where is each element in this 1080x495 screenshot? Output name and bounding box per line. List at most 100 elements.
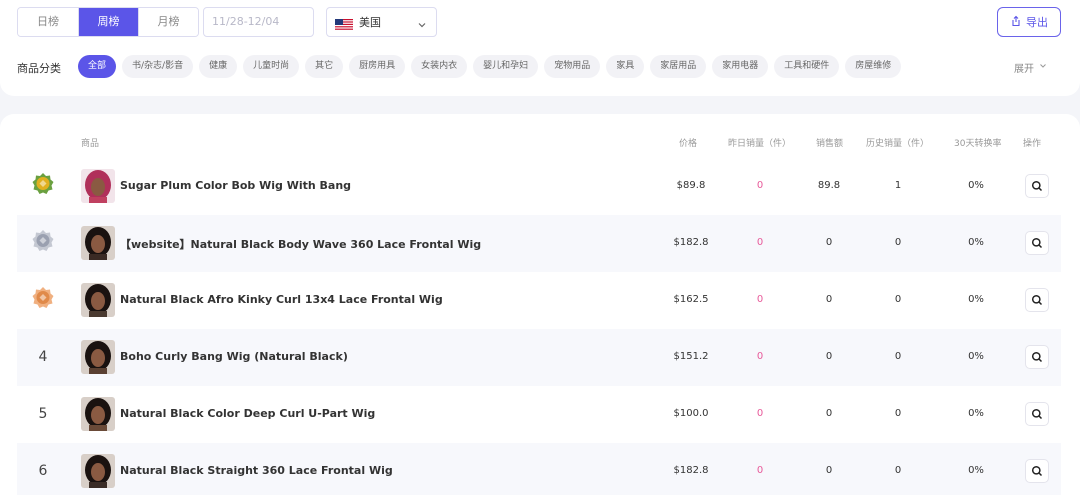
conversion-cell: 0% (968, 408, 984, 419)
col-history-sales: 历史销量（件） (866, 139, 930, 149)
conversion-cell: 0% (968, 351, 984, 362)
filter-panel: 日榜 周榜 月榜 11/28-12/04 美国 导出 商品分类 全部 书/杂志/影… (0, 0, 1080, 96)
category-chip[interactable]: 书/杂志/影音 (122, 55, 194, 78)
search-icon (1031, 462, 1043, 481)
product-thumbnail[interactable] (81, 169, 115, 203)
revenue-cell: 0 (825, 351, 833, 362)
history-sales-cell: 1 (894, 180, 902, 191)
us-flag-icon (335, 16, 353, 31)
search-button[interactable] (1025, 345, 1049, 369)
search-button[interactable] (1025, 459, 1049, 483)
category-chips: 全部 书/杂志/影音 健康 儿童时尚 其它 厨房用具 女装内衣 婴儿和孕妇 宠物用品 家具 家居用品… (78, 55, 902, 78)
expand-button[interactable]: 展开 (1014, 60, 1048, 75)
product-thumbnail[interactable] (81, 397, 115, 431)
category-chip[interactable]: 工具和硬件 (774, 55, 840, 78)
yesterday-sales-cell: 0 (756, 351, 764, 362)
export-icon (1010, 15, 1022, 30)
period-tabs: 日榜 周榜 月榜 (17, 7, 199, 37)
product-title[interactable]: Boho Curly Bang Wig (Natural Black) (120, 350, 348, 363)
rank-number: 5 (38, 406, 48, 422)
table-row[interactable]: 5 Natural Black Color Deep Curl U-Part W… (17, 386, 1061, 443)
expand-label: 展开 (1014, 64, 1034, 75)
search-button[interactable] (1025, 402, 1049, 426)
history-sales-cell: 0 (894, 237, 902, 248)
revenue-cell: 0 (825, 465, 833, 476)
table-row[interactable]: 4 Boho Curly Bang Wig (Natural Black) $15… (17, 329, 1061, 386)
product-thumbnail[interactable] (81, 283, 115, 317)
history-sales-cell: 0 (894, 465, 902, 476)
search-icon (1031, 234, 1043, 253)
date-range-input[interactable]: 11/28-12/04 (203, 7, 314, 37)
search-button[interactable] (1025, 174, 1049, 198)
country-select[interactable]: 美国 (326, 7, 437, 37)
history-sales-cell: 0 (894, 351, 902, 362)
conversion-cell: 0% (968, 237, 984, 248)
product-title[interactable]: Sugar Plum Color Bob Wig With Bang (120, 179, 351, 192)
category-chip[interactable]: 其它 (305, 55, 344, 78)
yesterday-sales-cell: 0 (756, 408, 764, 419)
chevron-down-icon (1038, 61, 1048, 74)
category-chip[interactable]: 女装内衣 (411, 55, 468, 78)
search-icon (1031, 405, 1043, 424)
col-product: 商品 (81, 139, 100, 149)
table-row[interactable]: 【website】Natural Black Body Wave 360 Lac… (17, 215, 1061, 272)
category-chip[interactable]: 家具 (606, 55, 645, 78)
table-row[interactable]: 6 Natural Black Straight 360 Lace Fronta… (17, 443, 1061, 495)
price-cell: $151.2 (673, 351, 709, 362)
product-title[interactable]: Natural Black Color Deep Curl U-Part Wig (120, 407, 375, 420)
price-cell: $162.5 (673, 294, 709, 305)
product-title[interactable]: 【website】Natural Black Body Wave 360 Lac… (120, 236, 481, 252)
export-label: 导出 (1026, 16, 1048, 29)
search-button[interactable] (1025, 231, 1049, 255)
product-title[interactable]: Natural Black Afro Kinky Curl 13x4 Lace … (120, 293, 443, 306)
revenue-cell: 0 (825, 237, 833, 248)
conversion-cell: 0% (968, 294, 984, 305)
col-yesterday-sales: 昨日销量（件） (728, 139, 792, 149)
price-cell: $100.0 (673, 408, 709, 419)
yesterday-sales-cell: 0 (756, 180, 764, 191)
col-price: 价格 (679, 139, 698, 149)
col-action: 操作 (1023, 139, 1042, 149)
rank-number: 6 (38, 463, 48, 479)
conversion-cell: 0% (968, 465, 984, 476)
table-row[interactable]: Natural Black Afro Kinky Curl 13x4 Lace … (17, 272, 1061, 329)
tab-monthly[interactable]: 月榜 (138, 8, 198, 36)
revenue-cell: 0 (825, 294, 833, 305)
bronze-medal-icon (31, 285, 55, 315)
price-cell: $182.8 (673, 465, 709, 476)
category-chip[interactable]: 婴儿和孕妇 (473, 55, 539, 78)
product-thumbnail[interactable] (81, 226, 115, 260)
tab-weekly[interactable]: 周榜 (78, 8, 138, 36)
revenue-cell: 89.8 (817, 180, 841, 191)
history-sales-cell: 0 (894, 294, 902, 305)
country-label: 美国 (359, 16, 381, 29)
table-row[interactable]: Sugar Plum Color Bob Wig With Bang $89.8 0… (17, 158, 1061, 215)
price-cell: $182.8 (673, 237, 709, 248)
rank-number: 4 (38, 349, 48, 365)
category-chip[interactable]: 厨房用具 (349, 55, 406, 78)
search-icon (1031, 291, 1043, 310)
product-thumbnail[interactable] (81, 454, 115, 488)
category-chip[interactable]: 全部 (78, 55, 117, 78)
tab-daily[interactable]: 日榜 (18, 8, 78, 36)
chevron-down-icon (416, 16, 428, 28)
export-button[interactable]: 导出 (997, 7, 1061, 37)
category-chip[interactable]: 宠物用品 (544, 55, 601, 78)
gold-medal-icon (31, 171, 55, 201)
search-icon (1031, 348, 1043, 367)
table-header: 商品 价格 昨日销量（件） 销售额 历史销量（件） 30天转换率 操作 (17, 130, 1061, 156)
yesterday-sales-cell: 0 (756, 237, 764, 248)
category-chip[interactable]: 健康 (199, 55, 238, 78)
search-icon (1031, 177, 1043, 196)
product-thumbnail[interactable] (81, 340, 115, 374)
revenue-cell: 0 (825, 408, 833, 419)
category-chip[interactable]: 儿童时尚 (243, 55, 300, 78)
silver-medal-icon (31, 228, 55, 258)
col-revenue: 销售额 (816, 139, 844, 149)
category-chip[interactable]: 家用电器 (712, 55, 769, 78)
search-button[interactable] (1025, 288, 1049, 312)
product-title[interactable]: Natural Black Straight 360 Lace Frontal … (120, 464, 393, 477)
ranking-table: 商品 价格 昨日销量（件） 销售额 历史销量（件） 30天转换率 操作 Suga… (0, 114, 1080, 495)
category-chip[interactable]: 家居用品 (650, 55, 707, 78)
category-chip[interactable]: 房屋维修 (845, 55, 902, 78)
